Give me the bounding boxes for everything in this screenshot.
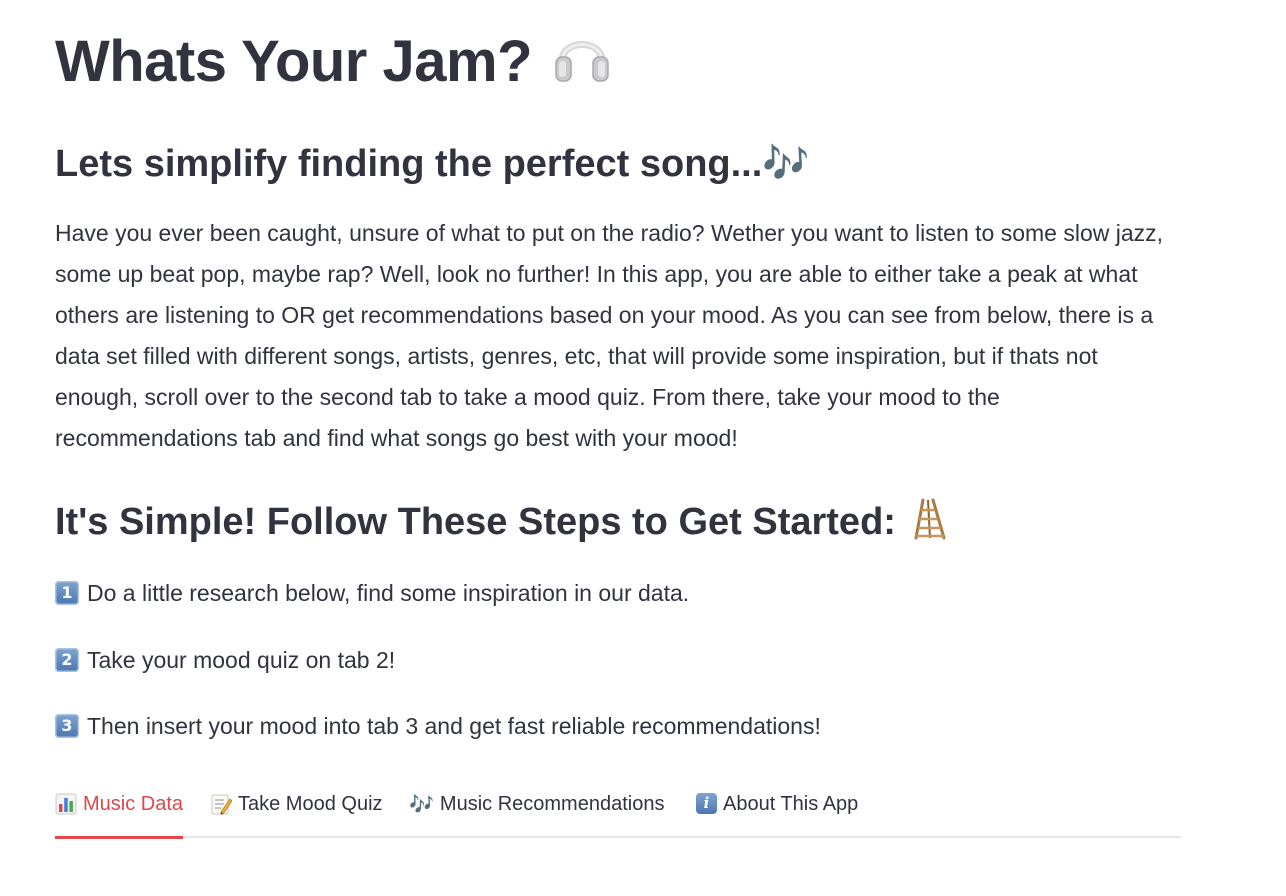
info-icon: i <box>696 793 717 814</box>
keycap-three-icon: 3 <box>55 714 79 738</box>
intro-paragraph: Have you ever been caught, unsure of wha… <box>55 220 1164 451</box>
step-2-text: Take your mood quiz on tab 2! <box>87 647 396 673</box>
active-tab-indicator <box>55 836 184 839</box>
step-1-text: Do a little research below, find some in… <box>87 580 690 606</box>
tab-about-this-app[interactable]: i About This App <box>696 790 858 836</box>
ladder-icon <box>914 498 945 540</box>
music-notes-icon: 🎶 <box>762 141 810 185</box>
memo-icon <box>211 794 232 815</box>
steps-heading: It's Simple! Follow These Steps to Get S… <box>55 497 947 547</box>
step-3: 3 Then insert your mood into tab 3 and g… <box>55 710 821 742</box>
tab-take-mood-quiz[interactable]: Take Mood Quiz <box>210 790 383 836</box>
tab-music-recommendations[interactable]: 🎶 Music Recommendations <box>409 790 664 836</box>
step-3-text: Then insert your mood into tab 3 and get… <box>87 713 821 739</box>
music-notes-icon: 🎶 <box>409 792 434 816</box>
tab-bar-divider <box>55 836 1181 838</box>
tab-music-recommendations-label: Music Recommendations <box>439 793 665 815</box>
step-2: 2 Take your mood quiz on tab 2! <box>55 644 395 676</box>
section-subtitle: Lets simplify finding the perfect song..… <box>55 138 810 189</box>
step-1: 1 Do a little research below, find some … <box>55 577 689 609</box>
tab-music-data-label: Music Data <box>83 793 184 815</box>
keycap-one-icon: 1 <box>55 581 79 605</box>
tab-take-mood-quiz-label: Take Mood Quiz <box>238 793 383 815</box>
bar-chart-icon <box>55 793 77 815</box>
tab-bar: Music Data Take Mood Quiz 🎶 Music Recomm… <box>55 780 1181 840</box>
subtitle-text: Lets simplify finding the perfect song..… <box>55 143 763 185</box>
page-title-text: Whats Your Jam? <box>55 29 533 94</box>
tab-music-data[interactable]: Music Data <box>55 790 184 839</box>
steps-heading-text: It's Simple! Follow These Steps to Get S… <box>55 501 896 543</box>
page-title: Whats Your Jam? <box>55 26 610 98</box>
tab-about-this-app-label: About This App <box>723 793 859 815</box>
keycap-two-icon: 2 <box>55 648 79 672</box>
headphones-icon <box>554 41 609 82</box>
